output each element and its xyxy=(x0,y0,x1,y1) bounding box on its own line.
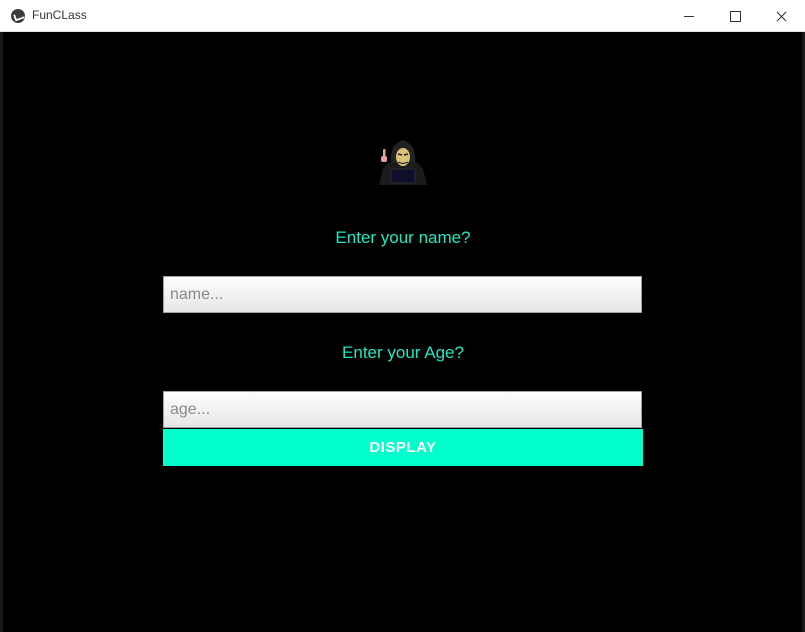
close-button[interactable] xyxy=(758,0,804,32)
age-input[interactable] xyxy=(163,391,642,428)
window-title: FunCLass xyxy=(32,8,87,22)
hooded-hacker-icon xyxy=(379,140,427,185)
display-button[interactable]: DISPLAY xyxy=(163,429,643,466)
name-input[interactable] xyxy=(163,276,642,313)
maximize-button[interactable] xyxy=(712,0,758,32)
title-bar[interactable]: FunCLass xyxy=(0,0,805,32)
name-label: Enter your name? xyxy=(335,228,471,247)
left-border xyxy=(0,32,3,632)
age-label: Enter your Age? xyxy=(342,343,464,362)
minimize-button[interactable] xyxy=(666,0,712,32)
kivy-logo-icon xyxy=(11,9,25,23)
app-window: FunCLass Enter your name? Enter your Age… xyxy=(0,0,805,632)
